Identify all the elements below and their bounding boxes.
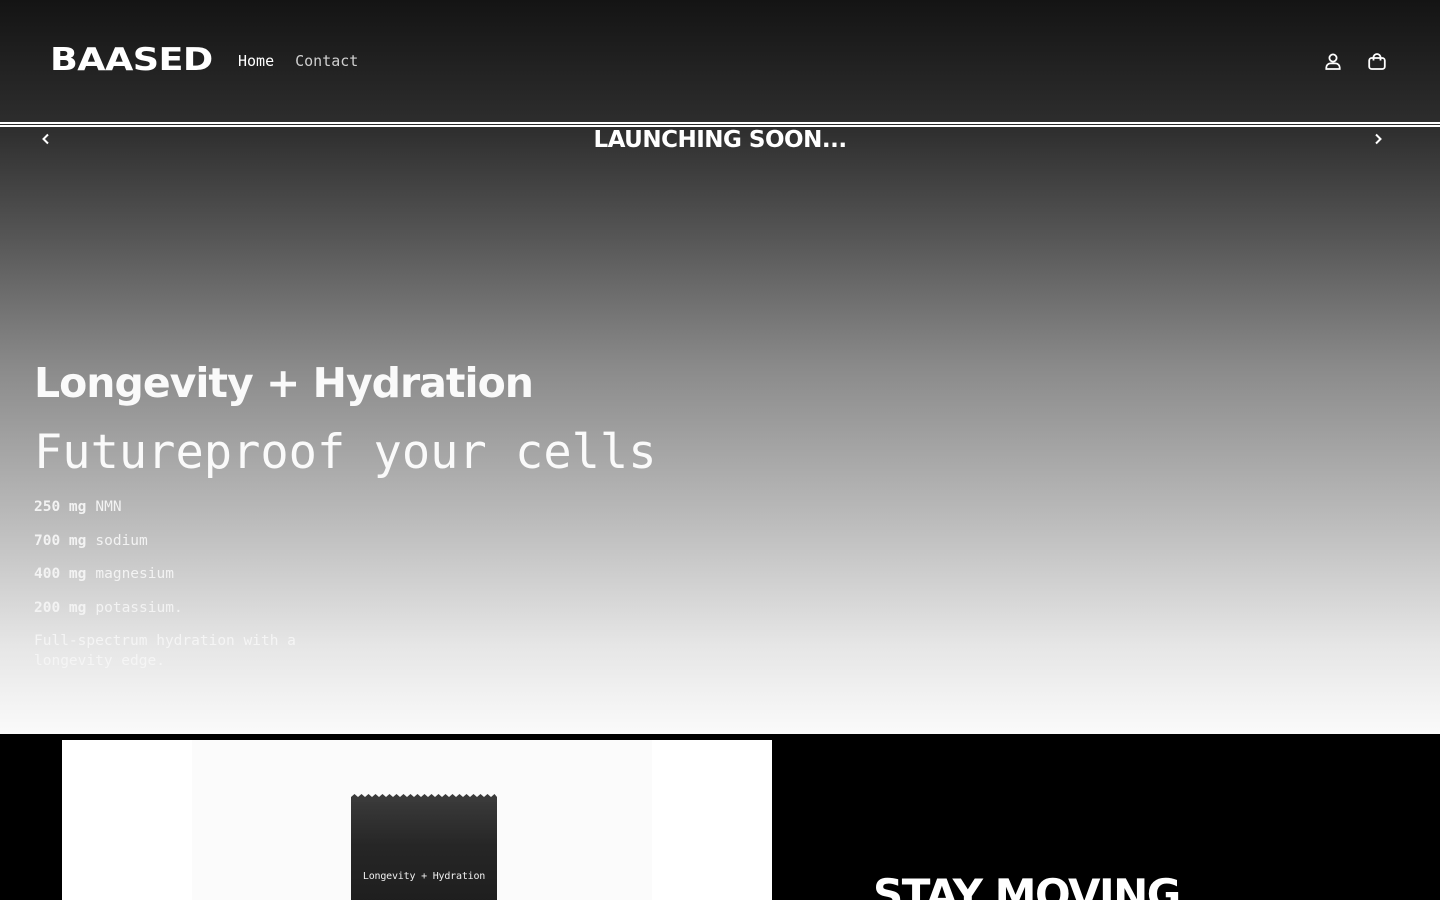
- spec-amount: 200 mg: [34, 600, 87, 617]
- section-heading: STAY MOVING: [873, 870, 1181, 900]
- pouch-label: Longevity + Hydration: [362, 871, 486, 882]
- announcement-next-arrow[interactable]: [1369, 130, 1387, 148]
- spec-name: NMN: [95, 499, 122, 515]
- spec-item: 700 mg sodium: [34, 531, 183, 565]
- hero-description: Full-spectrum hydration with a longevity…: [34, 633, 296, 669]
- spec-item: 400 mg magnesium: [34, 564, 183, 598]
- spec-name: potassium.: [95, 600, 183, 617]
- announcement-text: LAUNCHING SOON...: [593, 127, 847, 153]
- nav-home-link[interactable]: Home: [238, 51, 274, 71]
- spec-name: magnesium: [95, 566, 174, 583]
- spec-list: 250 mg NMN 700 mg sodium 400 mg magnesium 2…: [34, 497, 183, 632]
- main-nav: Home Contact: [238, 51, 358, 71]
- hero-title: Longevity + Hydration: [34, 359, 534, 407]
- spec-amount: 250 mg: [34, 499, 87, 515]
- product-image: Longevity + Hydration: [62, 740, 772, 900]
- nav-contact-link[interactable]: Contact: [295, 51, 358, 71]
- pouch-seal-edge: [351, 794, 497, 802]
- spec-name: sodium: [95, 532, 148, 549]
- cart-icon[interactable]: [1366, 50, 1388, 72]
- product-pouch: Longevity + Hydration: [351, 794, 497, 900]
- header-icons: [1322, 50, 1388, 72]
- spec-item: 250 mg NMN: [34, 497, 183, 531]
- spec-item: 200 mg potassium.: [34, 598, 183, 632]
- brand-logo[interactable]: BAASED: [50, 40, 213, 80]
- spec-amount: 700 mg: [34, 532, 87, 549]
- spec-amount: 400 mg: [34, 566, 87, 583]
- chevron-right-icon: [1375, 133, 1382, 145]
- hero-subtitle: Futureproof your cells: [34, 425, 657, 480]
- site-header: BAASED Home Contact: [0, 0, 1440, 122]
- account-icon[interactable]: [1322, 50, 1344, 72]
